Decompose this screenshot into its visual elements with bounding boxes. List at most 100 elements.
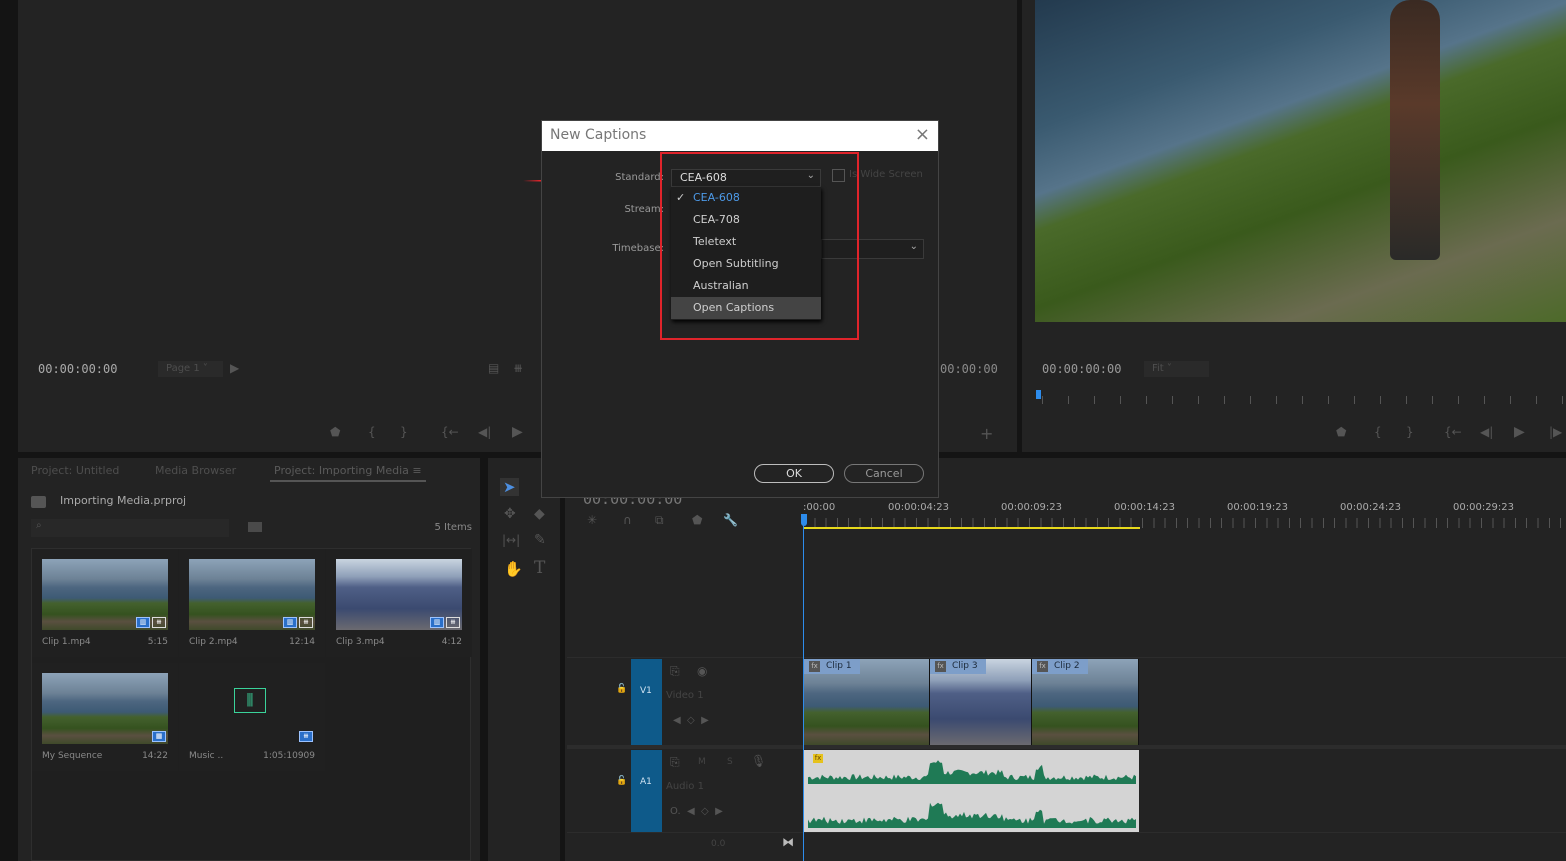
- chevron-down-icon: ⌄: [909, 241, 918, 252]
- marker-icon[interactable]: ⬟: [330, 425, 340, 439]
- playhead-handle[interactable]: [801, 514, 807, 526]
- source-timecode[interactable]: 00:00:00:00: [38, 362, 117, 376]
- program-ruler[interactable]: [1042, 396, 1566, 404]
- program-monitor: 00:00:00:00 Fit ˅ ⬟ { } {← ◀| ▶ |▶: [1022, 0, 1566, 452]
- step-back-icon[interactable]: ◀|: [478, 425, 491, 439]
- snap-icon[interactable]: ∩: [623, 513, 632, 527]
- pen-tool-icon[interactable]: ✎: [534, 532, 546, 548]
- sync-lock-icon[interactable]: ⎘: [670, 664, 680, 679]
- keyframe-nav-icon[interactable]: ◀ ◇ ▶: [673, 715, 709, 726]
- track-divider: [567, 832, 1566, 833]
- lock-icon[interactable]: 🔓: [616, 684, 627, 694]
- keyframe-nav-icon[interactable]: O. ◀ ◇ ▶: [670, 806, 723, 817]
- add-marker-icon[interactable]: ⬟: [692, 513, 702, 527]
- selection-tool-icon[interactable]: ➤: [500, 478, 519, 496]
- mark-in-icon[interactable]: {: [368, 425, 376, 439]
- slip-tool-icon[interactable]: |↔|: [502, 533, 520, 547]
- item-duration: 14:22: [142, 751, 168, 761]
- dialog-title: New Captions: [550, 127, 647, 143]
- media-item-music[interactable]: ⫼ ⧻ Music .. 1:05:10909: [179, 663, 325, 771]
- audio-badge-icon: ⧻: [446, 617, 460, 628]
- go-to-in-icon[interactable]: {←: [441, 425, 459, 439]
- playhead-line[interactable]: [803, 514, 804, 861]
- mark-out-icon[interactable]: }: [400, 425, 408, 439]
- item-duration: 5:15: [147, 637, 168, 647]
- ok-button[interactable]: OK: [754, 464, 834, 483]
- project-file-name: Importing Media.prproj: [60, 494, 187, 507]
- media-grid: ▥ ⧻ Clip 1.mp4 5:15 ▥ ⧻ Clip 2.mp4 12:14…: [31, 548, 472, 861]
- stream-label: Stream:: [624, 204, 664, 215]
- timeline-clip-2[interactable]: Clip 2: [1032, 659, 1139, 745]
- tab-media-browser[interactable]: Media Browser: [155, 464, 236, 477]
- ruler-label: 00:00:09:23: [1001, 502, 1063, 513]
- audio-icon[interactable]: ⧻: [513, 361, 523, 375]
- tab-label: Project: Importing Media: [274, 464, 409, 477]
- audio-waveform: [808, 753, 1136, 828]
- sync-lock-icon[interactable]: ⎘: [670, 755, 680, 770]
- audio-badge-icon: ⧻: [299, 617, 313, 628]
- item-duration: 12:14: [289, 637, 315, 647]
- program-timecode[interactable]: 00:00:00:00: [1042, 362, 1121, 376]
- fx-badge: fx: [813, 754, 823, 763]
- dialog-title-bar: New Captions ×: [542, 121, 938, 151]
- nest-icon[interactable]: ✳: [587, 513, 597, 527]
- eye-icon[interactable]: ◉: [697, 664, 707, 678]
- fit-select[interactable]: Fit ˅: [1144, 361, 1209, 377]
- step-forward-icon[interactable]: |▶: [1549, 425, 1562, 439]
- linked-selection-icon[interactable]: ⧉: [655, 513, 664, 528]
- ruler-label: 00:00:14:23: [1114, 502, 1176, 513]
- lock-icon[interactable]: 🔓: [616, 776, 627, 786]
- clip-label: Clip 1: [804, 659, 860, 674]
- playhead-marker[interactable]: [1036, 390, 1041, 399]
- cancel-button[interactable]: Cancel: [844, 464, 924, 483]
- close-icon[interactable]: ×: [915, 124, 930, 145]
- sequence-badge-icon: ▦: [152, 731, 166, 742]
- add-button-icon[interactable]: +: [980, 424, 993, 443]
- ruler-label: 00:00:29:23: [1453, 502, 1515, 513]
- media-item-clip-1[interactable]: ▥ ⧻ Clip 1.mp4 5:15: [32, 549, 178, 657]
- marker-icon[interactable]: ⬟: [1336, 425, 1346, 439]
- microphone-icon[interactable]: 🎙: [751, 754, 766, 768]
- go-to-in-icon[interactable]: {←: [1444, 425, 1462, 439]
- play-icon[interactable]: ▶: [1514, 424, 1525, 440]
- a1-track-name: Audio 1: [666, 781, 704, 792]
- track-divider: [567, 657, 1566, 658]
- search-input[interactable]: ⌕: [31, 519, 229, 537]
- panel-menu-icon[interactable]: ≡: [412, 464, 421, 477]
- audio-clip[interactable]: fx: [804, 750, 1139, 832]
- hand-tool-icon[interactable]: ✋: [504, 560, 523, 578]
- new-bin-icon[interactable]: [248, 522, 262, 532]
- mark-in-icon[interactable]: {: [1374, 425, 1382, 439]
- timeline-clip-3[interactable]: Clip 3: [930, 659, 1032, 745]
- timebase-label: Timebase:: [612, 243, 664, 254]
- video-badge-icon: ▥: [430, 617, 444, 628]
- type-tool-icon[interactable]: T: [534, 558, 545, 578]
- clip-label: Clip 3: [930, 659, 986, 674]
- media-item-clip-3[interactable]: ▥ ⧻ Clip 3.mp4 4:12: [326, 549, 472, 657]
- track-select-tool-icon[interactable]: ✥: [504, 506, 516, 522]
- razor-tool-icon[interactable]: ◆: [534, 506, 545, 522]
- play-icon[interactable]: ▶: [512, 424, 523, 440]
- search-icon: ⌕: [36, 520, 42, 531]
- tab-project-untitled[interactable]: Project: Untitled: [31, 464, 119, 477]
- play-arrow-icon[interactable]: ▶: [230, 361, 239, 375]
- page-select[interactable]: Page 1 ˅: [158, 361, 223, 377]
- timeline-clip-1[interactable]: Clip 1: [804, 659, 930, 745]
- tab-project-importing-media[interactable]: Project: Importing Media ≡: [270, 464, 426, 482]
- zoom-fit-icon[interactable]: ⧓: [782, 835, 794, 849]
- folder-icon: [31, 496, 46, 508]
- wrench-icon[interactable]: 🔧: [723, 513, 738, 527]
- master-volume[interactable]: 0.0: [711, 839, 725, 849]
- mark-out-icon[interactable]: }: [1406, 425, 1414, 439]
- audio-badge-icon: ⧻: [152, 617, 166, 628]
- video-badge-icon: ▥: [283, 617, 297, 628]
- media-item-my-sequence[interactable]: ▦ My Sequence 14:22: [32, 663, 178, 771]
- mute-button[interactable]: M: [698, 757, 706, 767]
- solo-button[interactable]: S: [727, 757, 733, 767]
- a1-track-target[interactable]: A1: [631, 750, 662, 832]
- v1-track-target[interactable]: V1: [631, 659, 662, 745]
- media-item-clip-2[interactable]: ▥ ⧻ Clip 2.mp4 12:14: [179, 549, 325, 657]
- work-area-bar[interactable]: [804, 527, 1140, 529]
- step-back-icon[interactable]: ◀|: [1480, 425, 1493, 439]
- export-frame-icon[interactable]: ▤: [488, 361, 499, 375]
